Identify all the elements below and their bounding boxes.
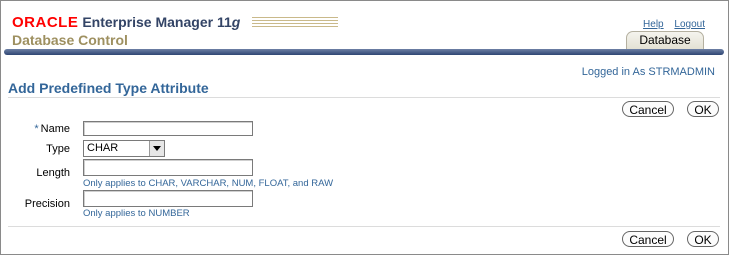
app-subtitle: Database Control: [12, 32, 128, 48]
ok-button-bottom[interactable]: OK: [687, 231, 719, 247]
type-label: Type: [46, 143, 70, 155]
tab-database[interactable]: Database: [626, 31, 704, 49]
ok-button-top[interactable]: OK: [687, 101, 719, 117]
precision-hint: Only applies to NUMBER: [83, 208, 190, 219]
logout-link[interactable]: Logout: [674, 19, 705, 30]
product-version: g: [231, 14, 241, 30]
app-logo: ORACLE Enterprise Manager 11g: [12, 14, 240, 31]
product-name: Enterprise Manager 11: [82, 14, 232, 30]
cancel-button-bottom[interactable]: Cancel: [622, 231, 674, 247]
decorative-stripes: [252, 17, 338, 28]
cancel-button-top[interactable]: Cancel: [622, 101, 674, 117]
header-bar: [4, 49, 724, 55]
length-hint: Only applies to CHAR, VARCHAR, NUM, FLOA…: [83, 178, 334, 189]
footer-divider: [8, 226, 720, 227]
logged-in-status: Logged in As STRMADMIN: [581, 66, 715, 78]
type-select[interactable]: CHAR: [83, 140, 165, 157]
type-selected-value: CHAR: [87, 142, 119, 154]
global-links: Help Logout: [635, 19, 705, 30]
page-title: Add Predefined Type Attribute: [8, 80, 209, 96]
length-field[interactable]: [83, 159, 253, 176]
required-indicator: *: [34, 123, 39, 135]
chevron-down-icon[interactable]: [149, 141, 164, 156]
title-divider: [8, 97, 720, 98]
precision-field[interactable]: [83, 190, 253, 207]
length-label: Length: [36, 167, 70, 179]
precision-label: Precision: [24, 198, 70, 210]
oracle-brand: ORACLE: [12, 14, 79, 31]
name-label: * Name: [34, 123, 70, 135]
name-field[interactable]: [83, 121, 253, 136]
help-link[interactable]: Help: [643, 19, 664, 30]
